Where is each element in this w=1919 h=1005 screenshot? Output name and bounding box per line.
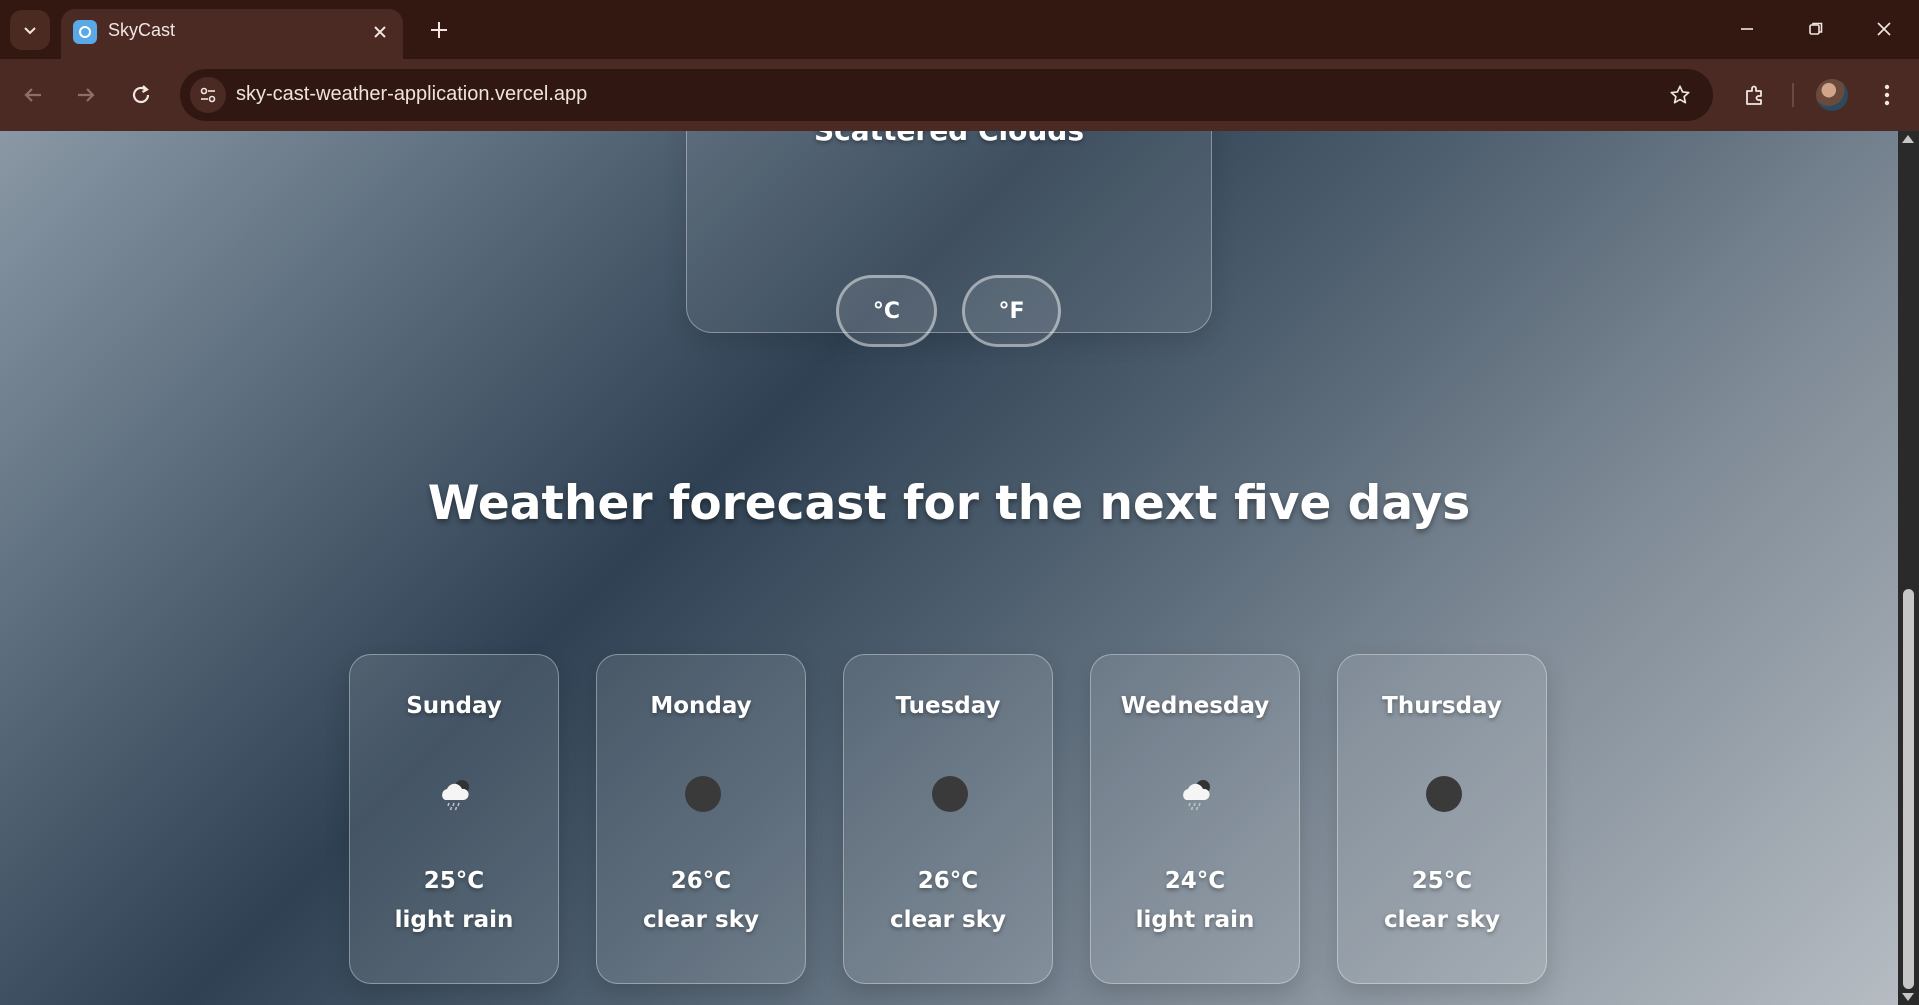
forecast-day-card: Sunday 25°C light rain xyxy=(349,654,559,984)
close-tab-icon[interactable] xyxy=(367,19,393,45)
day-description: light rain xyxy=(1135,907,1255,933)
forecast-day-card: Wednesday 24°C light rain xyxy=(1090,654,1300,984)
day-description: clear sky xyxy=(890,907,1006,933)
day-temperature: 24°C xyxy=(1164,868,1226,894)
tab-title: SkyCast xyxy=(108,20,176,40)
day-name: Wednesday xyxy=(1120,693,1270,719)
tab-strip: SkyCast xyxy=(0,0,1919,59)
day-name: Thursday xyxy=(1382,693,1502,719)
close-window-icon[interactable] xyxy=(1860,12,1908,46)
minimize-icon[interactable] xyxy=(1723,12,1771,46)
forecast-day-card: Tuesday 26°C clear sky xyxy=(843,654,1053,984)
clear-sky-icon xyxy=(932,776,968,812)
day-temperature: 26°C xyxy=(917,868,979,894)
scrollbar-thumb[interactable] xyxy=(1903,589,1914,989)
forecast-heading: Weather forecast for the next five days xyxy=(427,476,1471,531)
day-temperature: 25°C xyxy=(1411,868,1473,894)
celsius-button[interactable]: °C xyxy=(836,275,937,347)
skycast-favicon-icon xyxy=(73,20,97,44)
forward-arrow-icon[interactable] xyxy=(68,77,104,113)
more-menu-icon[interactable] xyxy=(1872,77,1902,113)
extensions-puzzle-icon[interactable] xyxy=(1737,77,1773,113)
rain-cloud-icon xyxy=(1183,780,1210,811)
clear-sky-icon xyxy=(1426,776,1462,812)
fahrenheit-button[interactable]: °F xyxy=(962,275,1061,347)
toolbar-separator xyxy=(1792,83,1794,107)
day-description: clear sky xyxy=(1384,907,1500,933)
bookmark-star-icon[interactable] xyxy=(1665,80,1695,110)
day-name: Monday xyxy=(650,693,752,719)
forecast-day-card: Thursday 25°C clear sky xyxy=(1337,654,1547,984)
restore-icon[interactable] xyxy=(1792,12,1840,46)
back-arrow-icon[interactable] xyxy=(15,77,51,113)
day-description: clear sky xyxy=(643,907,759,933)
chevron-down-icon xyxy=(24,27,36,35)
day-temperature: 26°C xyxy=(670,868,732,894)
scroll-down-arrow-icon[interactable] xyxy=(1902,993,1914,1001)
day-temperature: 25°C xyxy=(423,868,485,894)
url-text[interactable]: sky-cast-weather-application.vercel.app xyxy=(236,83,587,106)
address-bar[interactable]: sky-cast-weather-application.vercel.app xyxy=(180,69,1713,121)
current-weather-card: Scattered Clouds xyxy=(686,131,1212,333)
reload-icon[interactable] xyxy=(123,77,159,113)
vertical-scrollbar[interactable] xyxy=(1898,131,1919,1005)
page-viewport: Scattered Clouds °C °F Weather forecast … xyxy=(0,131,1898,1005)
active-tab[interactable]: SkyCast xyxy=(61,9,403,59)
day-name: Tuesday xyxy=(895,693,1001,719)
forecast-day-card: Monday 26°C clear sky xyxy=(596,654,806,984)
scroll-up-arrow-icon[interactable] xyxy=(1902,135,1914,143)
site-settings-icon[interactable] xyxy=(190,77,226,113)
profile-avatar[interactable] xyxy=(1816,79,1848,111)
day-name: Sunday xyxy=(406,693,502,719)
day-description: light rain xyxy=(394,907,514,933)
rain-cloud-icon xyxy=(442,780,469,811)
tab-search-button[interactable] xyxy=(10,10,50,50)
new-tab-icon[interactable] xyxy=(425,16,453,44)
browser-toolbar: sky-cast-weather-application.vercel.app xyxy=(0,59,1919,131)
clear-sky-icon xyxy=(685,776,721,812)
current-weather-description: Scattered Clouds xyxy=(687,131,1211,147)
